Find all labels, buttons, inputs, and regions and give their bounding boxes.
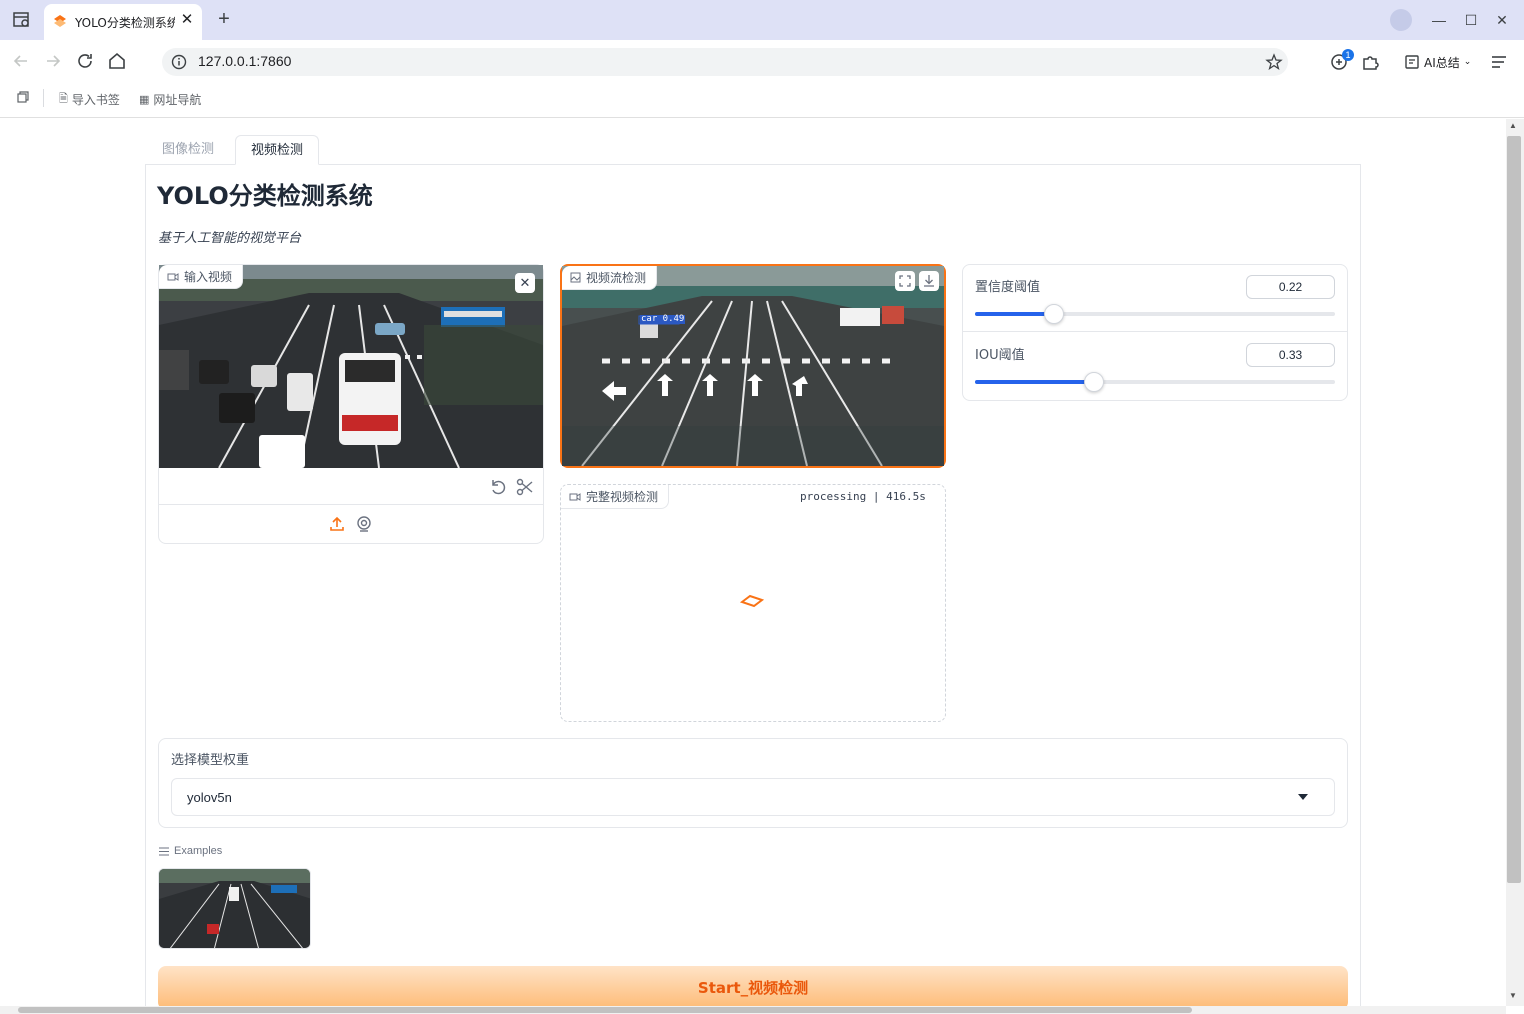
bookmarks-divider xyxy=(43,89,44,107)
confidence-label: 置信度阈值 xyxy=(975,280,1041,295)
tab-title: YOLO分类检测系统 xyxy=(75,16,175,30)
extension-badge: 1 xyxy=(1342,49,1354,61)
confidence-slider-fill xyxy=(975,312,1055,316)
tab-video-detect[interactable]: 视频检测 xyxy=(235,135,320,165)
tab-groups-icon[interactable] xyxy=(16,90,30,104)
bookmark-import[interactable]: 🗎 导入书签 xyxy=(59,91,120,107)
url-text[interactable]: 127.0.0.1:7860 xyxy=(198,53,291,69)
full-video-label-text: 完整视频检测 xyxy=(586,490,659,504)
download-button[interactable] xyxy=(919,271,939,291)
fullscreen-icon xyxy=(899,275,911,287)
image-icon xyxy=(570,272,581,283)
close-video-button[interactable]: ✕ xyxy=(515,273,535,293)
bookmark-label: 导入书签 xyxy=(71,92,120,107)
confidence-input[interactable]: 0.22 xyxy=(1246,275,1335,299)
list-icon xyxy=(159,847,169,855)
tab-search-icon[interactable] xyxy=(10,9,34,31)
example-video-thumbnail[interactable] xyxy=(158,868,311,949)
page-subtitle: 基于人工智能的视觉平台 xyxy=(158,231,302,246)
upload-icon[interactable] xyxy=(327,514,347,534)
page-title: YOLO分类检测系统 xyxy=(157,182,373,210)
minimize-icon[interactable]: — xyxy=(1428,9,1450,31)
ai-summary-label: AI总结 xyxy=(1424,55,1460,70)
bookmark-nav[interactable]: ▦ 网址导航 xyxy=(139,91,201,107)
bookmark-label: 网址导航 xyxy=(153,92,202,107)
model-selected-value: yolov5n xyxy=(187,790,232,805)
dropdown-caret-icon xyxy=(1298,794,1308,800)
iou-input[interactable]: 0.33 xyxy=(1246,343,1335,367)
stream-output-label: 视频流检测 xyxy=(562,266,658,290)
input-video-player[interactable] xyxy=(159,265,543,468)
tab-close-icon[interactable]: ✕ xyxy=(178,11,196,29)
iou-slider-thumb[interactable] xyxy=(1083,372,1104,392)
document-icon: 🗎 xyxy=(59,91,68,105)
detection-label: car 0.49 xyxy=(640,314,686,324)
vertical-scrollbar-thumb[interactable] xyxy=(1507,136,1521,883)
loading-spinner-icon xyxy=(740,594,764,608)
ai-summary-button[interactable]: AI总结 ⌄ xyxy=(1404,52,1471,72)
input-video-label-text: 输入视频 xyxy=(184,270,233,284)
menu-icon[interactable] xyxy=(1489,52,1509,72)
back-icon[interactable] xyxy=(10,50,32,72)
stream-output-image xyxy=(562,266,944,466)
scroll-down-icon[interactable]: ▼ xyxy=(1509,991,1517,1000)
model-select-label: 选择模型权重 xyxy=(171,753,250,768)
reload-icon[interactable] xyxy=(74,50,96,72)
gradio-favicon-icon xyxy=(54,15,66,27)
example-thumbnail-image xyxy=(159,869,310,948)
home-icon[interactable] xyxy=(106,50,128,72)
close-window-icon[interactable]: ✕ xyxy=(1491,9,1513,31)
start-video-detect-button[interactable]: Start_视频检测 xyxy=(158,966,1348,1010)
stream-output-label-text: 视频流检测 xyxy=(586,271,647,285)
examples-label: Examples xyxy=(174,845,223,857)
input-video-divider xyxy=(159,504,543,505)
new-tab-icon[interactable]: + xyxy=(213,8,235,30)
bookmarks-bar xyxy=(0,82,1524,118)
maximize-icon[interactable]: ☐ xyxy=(1460,9,1482,31)
horizontal-scrollbar-thumb[interactable] xyxy=(18,1007,1192,1013)
processing-status: processing | 416.5s xyxy=(800,490,926,503)
forward-icon[interactable] xyxy=(42,50,64,72)
scissors-icon[interactable] xyxy=(515,477,535,497)
slider-divider xyxy=(963,331,1347,332)
full-video-label: 完整视频检测 xyxy=(561,485,670,509)
webcam-icon[interactable] xyxy=(354,514,374,534)
undo-icon[interactable] xyxy=(488,477,508,497)
browser-tab[interactable]: YOLO分类检测系统 ✕ xyxy=(44,4,202,40)
site-info-icon[interactable] xyxy=(171,54,187,70)
address-bar[interactable] xyxy=(162,48,1288,76)
profile-avatar-icon[interactable] xyxy=(1390,9,1412,31)
examples-header: Examples xyxy=(159,845,222,857)
chevron-down-icon: ⌄ xyxy=(1463,57,1472,67)
bookmark-star-icon[interactable] xyxy=(1265,53,1283,71)
video-camera-icon xyxy=(167,272,179,281)
grid-icon: ▦ xyxy=(139,92,150,106)
video-camera-icon xyxy=(569,492,581,501)
fullscreen-button[interactable] xyxy=(895,271,915,291)
scroll-up-icon[interactable]: ▲ xyxy=(1509,121,1517,130)
download-icon xyxy=(924,275,934,287)
tab-image-detect[interactable]: 图像检测 xyxy=(147,135,229,165)
iou-slider-fill xyxy=(975,380,1094,384)
iou-label: IOU阈值 xyxy=(975,348,1025,363)
input-video-label: 输入视频 xyxy=(159,265,244,289)
puzzle-icon[interactable] xyxy=(1359,51,1381,73)
model-select-dropdown[interactable] xyxy=(171,778,1335,816)
ai-summary-icon xyxy=(1405,55,1419,69)
